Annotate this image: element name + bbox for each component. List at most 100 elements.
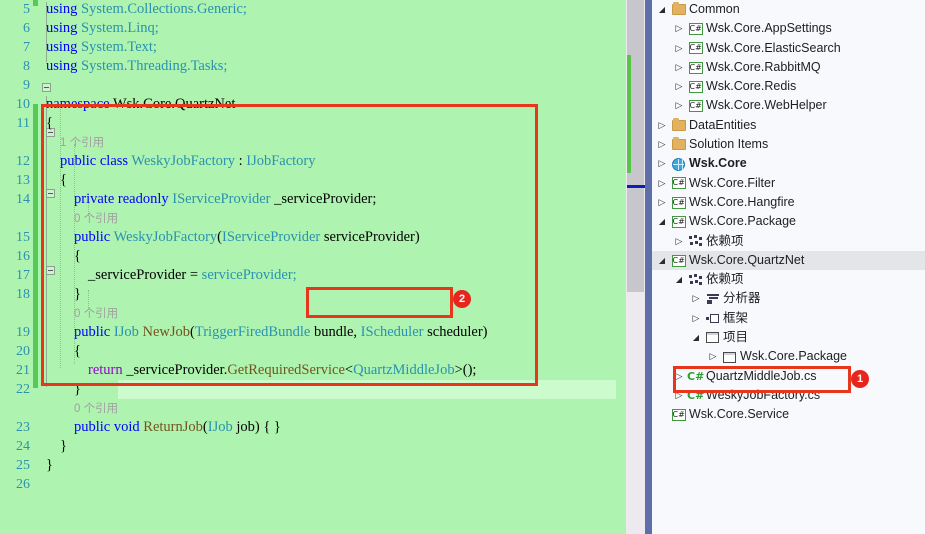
code-token: 1 个引用 <box>60 137 105 149</box>
line-number: 24 <box>16 439 30 454</box>
tree-item-[interactable]: 框架 <box>652 309 925 328</box>
code-token: System.Threading.Tasks; <box>81 58 228 74</box>
tree-item-[interactable]: 项目 <box>652 328 925 347</box>
expand-arrow-closed-icon[interactable] <box>656 174 668 193</box>
tree-item-label: Common <box>689 2 740 16</box>
solution-explorer-pane[interactable]: Common C#Wsk.Core.AppSettingsC#Wsk.Core.E… <box>652 0 925 534</box>
code-line[interactable]: 26 <box>0 475 626 494</box>
expand-arrow-closed-icon[interactable] <box>673 367 685 386</box>
tree-item-weskyjobfactory-cs[interactable]: C#WeskyJobFactory.cs <box>652 386 925 405</box>
tree-item-wsk-core-quartznet[interactable]: C#Wsk.Core.QuartzNet <box>652 250 925 271</box>
frameworks-icon <box>704 309 721 328</box>
code-editor-pane[interactable]: 5 using System.Collections.Generic; 6 using… <box>0 0 626 534</box>
tree-item-label: Wsk.Core.WebHelper <box>706 98 827 113</box>
code-line[interactable]: 5 using System.Collections.Generic; <box>0 0 626 19</box>
code-line[interactable]: 25} <box>0 456 626 475</box>
expand-arrow-closed-icon[interactable] <box>673 77 685 96</box>
code-line[interactable]: 6 using System.Linq; <box>0 19 626 38</box>
expand-arrow-closed-icon[interactable] <box>656 116 668 135</box>
code-line[interactable]: 1 个引用 <box>0 133 626 152</box>
tree-item-[interactable]: 分析器 <box>652 289 925 308</box>
tree-item-wsk-core-rabbitmq[interactable]: C#Wsk.Core.RabbitMQ <box>652 58 925 77</box>
expand-arrow-closed-icon[interactable] <box>673 386 685 405</box>
code-line[interactable]: 18} <box>0 285 626 304</box>
expand-arrow-closed-icon[interactable] <box>690 309 702 328</box>
expand-arrow-closed-icon[interactable] <box>707 347 719 366</box>
code-line[interactable]: 20 { <box>0 342 626 361</box>
editor-vertical-scrollbar[interactable] <box>626 0 649 534</box>
code-line[interactable]: 15 public WeskyJobFactory(IServiceProvide… <box>0 228 626 247</box>
code-line[interactable]: 9 <box>0 76 626 95</box>
code-token: System.Text; <box>81 39 157 55</box>
tree-item-wsk-core-filter[interactable]: C#Wsk.Core.Filter <box>652 174 925 193</box>
tree-item-dataentities[interactable]: DataEntities <box>652 116 925 135</box>
expand-arrow-open-icon[interactable] <box>656 212 668 231</box>
tree-item-[interactable]: 依赖项 <box>652 232 925 251</box>
code-line[interactable]: 11 { <box>0 114 626 133</box>
csharp-project-icon: C# <box>688 61 703 74</box>
code-line[interactable]: 23 public void ReturnJob(IJob job) { } <box>0 418 626 437</box>
expand-arrow-closed-icon[interactable] <box>673 19 685 38</box>
expand-arrow-open-icon[interactable] <box>656 251 668 270</box>
expand-arrow-open-icon[interactable] <box>673 270 685 289</box>
expand-arrow-open-icon[interactable] <box>690 328 702 347</box>
code-line[interactable]: 13 { <box>0 171 626 190</box>
tree-item-wsk-core-appsettings[interactable]: C#Wsk.Core.AppSettings <box>652 19 925 38</box>
code-token: { <box>46 115 53 131</box>
expand-arrow-closed-icon[interactable] <box>673 39 685 58</box>
code-line[interactable]: 10 namespace Wsk.Core.QuartzNet <box>0 95 626 114</box>
expand-arrow-closed-icon[interactable] <box>656 135 668 154</box>
code-line[interactable]: 21 return _serviceProvider.GetRequiredSer… <box>0 361 626 380</box>
tree-item-wsk-core-service[interactable]: C# Wsk.Core.Service <box>652 405 925 424</box>
tree-item-label: DataEntities <box>689 117 757 132</box>
code-line[interactable]: 0 个引用 <box>0 304 626 323</box>
tree-item-wsk-core-webhelper[interactable]: C#Wsk.Core.WebHelper <box>652 96 925 115</box>
code-line[interactable]: 14 private readonly IServiceProvider _ser… <box>0 190 626 209</box>
code-line[interactable]: 22} <box>0 380 626 399</box>
tree-item-wsk-core-redis[interactable]: C#Wsk.Core.Redis <box>652 77 925 96</box>
code-token: } <box>74 381 81 397</box>
code-token: 0 个引用 <box>74 308 119 320</box>
expand-arrow-closed-icon[interactable] <box>656 193 668 212</box>
code-token: < <box>344 362 354 378</box>
line-number: 7 <box>23 40 30 55</box>
code-line[interactable]: 8 using System.Threading.Tasks; <box>0 57 626 76</box>
expand-arrow-closed-icon[interactable] <box>673 58 685 77</box>
code-line[interactable]: 17 _serviceProvider = serviceProvider; <box>0 266 626 285</box>
expand-arrow-open-icon[interactable] <box>656 0 668 19</box>
tree-item-label: 分析器 <box>723 291 761 306</box>
csharp-project-icon: C# <box>671 254 686 267</box>
tree-item-wsk-core-elasticsearch[interactable]: C#Wsk.Core.ElasticSearch <box>652 39 925 58</box>
code-line[interactable]: 7 using System.Text; <box>0 38 626 57</box>
expand-arrow-closed-icon[interactable] <box>673 232 685 251</box>
tree-item-solution-items[interactable]: Solution Items <box>652 135 925 154</box>
tree-item-quartzmiddlejob-cs[interactable]: C#QuartzMiddleJob.cs <box>652 367 925 386</box>
web-project-globe-icon <box>670 154 687 173</box>
expand-arrow-closed-icon[interactable] <box>690 289 702 308</box>
tree-item-common[interactable]: Common <box>652 0 925 19</box>
code-line[interactable]: 16 { <box>0 247 626 266</box>
code-line[interactable]: 24} <box>0 437 626 456</box>
line-number: 8 <box>23 59 30 74</box>
tree-item-label: 项目 <box>723 330 749 345</box>
expand-arrow-closed-icon[interactable] <box>656 154 668 173</box>
csharp-project-icon: C# <box>688 23 703 35</box>
tree-item-wsk-core-hangfire[interactable]: C#Wsk.Core.Hangfire <box>652 193 925 212</box>
tree-item-wsk-core[interactable]: Wsk.Core <box>652 154 925 173</box>
code-line[interactable]: 12 public class WeskyJobFactory : IJobFac… <box>0 152 626 171</box>
expand-arrow-closed-icon[interactable] <box>673 96 685 115</box>
tree-item-label: 依赖项 <box>706 233 744 248</box>
tree-item-wsk-core-package[interactable]: Wsk.Core.Package <box>652 347 925 366</box>
pane-splitter[interactable] <box>645 0 652 534</box>
tree-item-wsk-core-package[interactable]: C#Wsk.Core.Package <box>652 212 925 231</box>
solution-tree[interactable]: Common C#Wsk.Core.AppSettingsC#Wsk.Core.E… <box>652 0 925 425</box>
line-number: 20 <box>16 344 30 359</box>
line-number: 16 <box>16 249 30 264</box>
code-line-text: } <box>74 380 81 399</box>
code-line[interactable]: 19 public IJob NewJob(TriggerFiredBundle … <box>0 323 626 342</box>
code-line-text: using System.Collections.Generic; <box>46 0 247 19</box>
tree-item-label: Wsk.Core <box>689 156 747 171</box>
code-line[interactable]: 0 个引用 <box>0 209 626 228</box>
code-line[interactable]: 0 个引用 <box>0 399 626 418</box>
tree-item-[interactable]: 依赖项 <box>652 270 925 289</box>
